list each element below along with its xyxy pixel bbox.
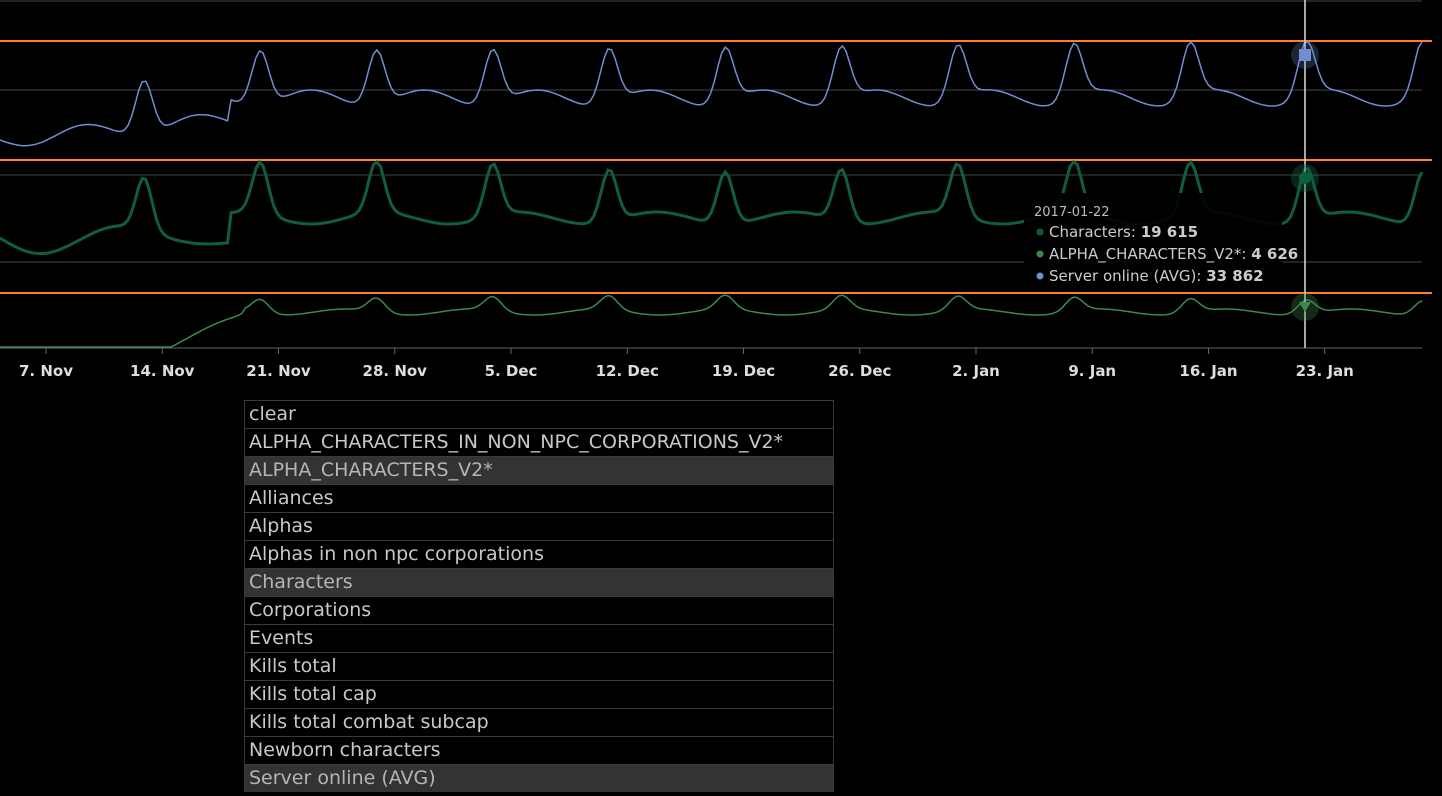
x-tick-label: 9. Jan xyxy=(1068,362,1116,380)
tooltip-dot xyxy=(1036,228,1044,236)
metric-list-item[interactable]: Alliances xyxy=(245,484,833,512)
x-tick-label: 28. Nov xyxy=(363,362,428,380)
tooltip-row: Characters: 19 615 xyxy=(1049,223,1198,241)
tooltip: 2017-01-22 Characters: 19 615 ALPHA_CHARAC… xyxy=(1024,193,1298,289)
x-tick-label: 19. Dec xyxy=(712,362,775,380)
metric-list-item[interactable]: Characters xyxy=(245,568,833,596)
metric-list-item[interactable]: Kills total xyxy=(245,652,833,680)
x-tick-label: 21. Nov xyxy=(246,362,311,380)
x-tick-label: 26. Dec xyxy=(828,362,891,380)
metric-list-item[interactable]: clear xyxy=(245,400,833,428)
metric-list-item[interactable]: Kills total combat subcap xyxy=(245,708,833,736)
hover-marker-server-online xyxy=(1299,49,1311,61)
metric-list-item[interactable]: Alphas xyxy=(245,512,833,540)
metric-list-item[interactable]: ALPHA_CHARACTERS_IN_NON_NPC_CORPORATIONS… xyxy=(245,428,833,456)
tooltip-row: ALPHA_CHARACTERS_V2*: 4 626 xyxy=(1049,245,1298,264)
tooltip-date: 2017-01-22 xyxy=(1034,205,1110,220)
series-line-alpha-characters-v2 xyxy=(0,294,1423,348)
hover-marker-characters xyxy=(1299,172,1311,184)
x-tick-label: 16. Jan xyxy=(1179,362,1237,380)
metric-list-item[interactable]: ALPHA_CHARACTERS_V2* xyxy=(245,456,833,484)
metric-list: clear ALPHA_CHARACTERS_IN_NON_NPC_CORPORA… xyxy=(244,400,834,792)
tooltip-dot xyxy=(1036,250,1044,258)
metric-list-item[interactable]: Newborn characters xyxy=(245,736,833,764)
crosshair xyxy=(1291,0,1319,348)
x-tick-label: 5. Dec xyxy=(485,362,538,380)
tooltip-dot xyxy=(1036,272,1044,280)
metric-list-item[interactable]: Corporations xyxy=(245,596,833,624)
metric-list-item[interactable]: Server online (AVG) xyxy=(245,764,833,792)
series-line-server-online xyxy=(0,40,1423,147)
metric-list-item[interactable]: Kills total cap xyxy=(245,680,833,708)
x-tick-label: 23. Jan xyxy=(1296,362,1354,380)
metric-list-item[interactable]: Events xyxy=(245,624,833,652)
x-tick-label: 12. Dec xyxy=(596,362,659,380)
x-axis: 7. Nov 14. Nov 21. Nov 28. Nov 5. Dec 12. Dec… xyxy=(0,347,1422,380)
metric-list-item[interactable]: Alphas in non npc corporations xyxy=(245,540,833,568)
tooltip-row: Server online (AVG): 33 862 xyxy=(1049,267,1264,285)
stats-chart[interactable]: 7. Nov 14. Nov 21. Nov 28. Nov 5. Dec 12. Dec… xyxy=(0,0,1442,396)
x-tick-label: 14. Nov xyxy=(130,362,195,380)
x-tick-label: 2. Jan xyxy=(952,362,1000,380)
x-tick-label: 7. Nov xyxy=(19,362,73,380)
